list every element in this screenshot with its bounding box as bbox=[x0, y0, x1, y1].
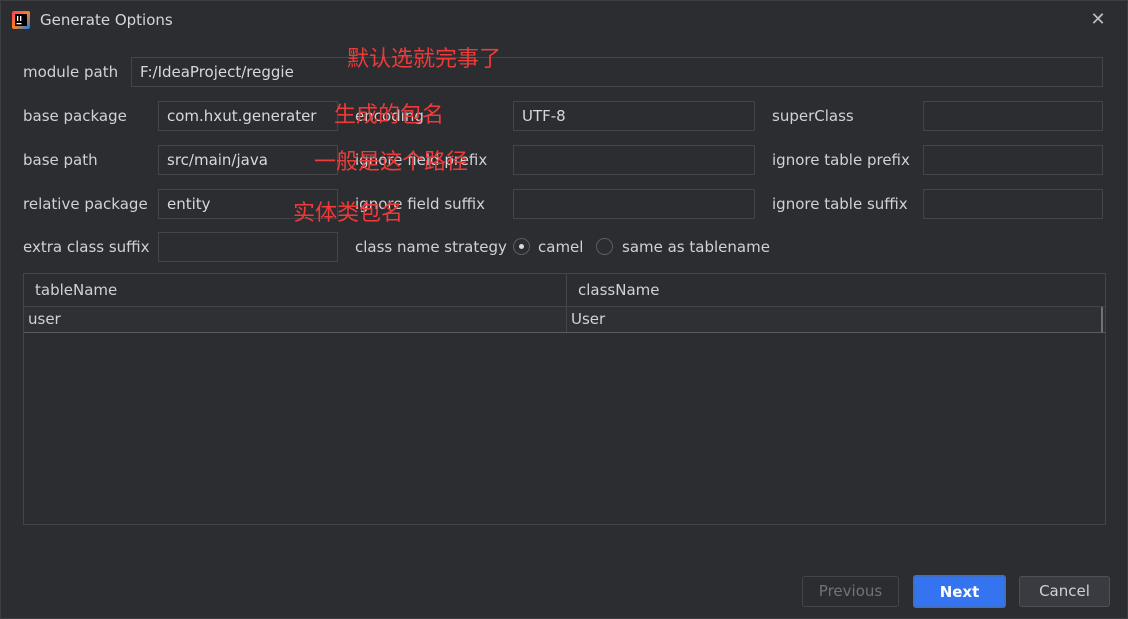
extra-class-suffix-field[interactable] bbox=[158, 232, 338, 262]
radio-same-as-tablename[interactable] bbox=[596, 238, 613, 255]
ignore-table-suffix-field[interactable] bbox=[923, 189, 1103, 219]
base-package-label: base package bbox=[23, 107, 127, 125]
ignore-field-prefix-field[interactable] bbox=[513, 145, 755, 175]
table-mapping: tableName className user User bbox=[23, 273, 1106, 525]
ignore-table-prefix-label: ignore table prefix bbox=[772, 151, 910, 169]
base-package-field[interactable]: com.hxut.generater bbox=[158, 101, 338, 131]
relative-package-label: relative package bbox=[23, 195, 148, 213]
encoding-field[interactable]: UTF-8 bbox=[513, 101, 755, 131]
superclass-field[interactable] bbox=[923, 101, 1103, 131]
module-path-label: module path bbox=[23, 63, 119, 81]
table-row[interactable]: user User bbox=[24, 307, 1105, 333]
extra-class-suffix-label: extra class suffix bbox=[23, 238, 150, 256]
column-header-classname[interactable]: className bbox=[567, 274, 1105, 306]
next-button[interactable]: Next bbox=[913, 575, 1006, 608]
cell-classname[interactable]: User bbox=[567, 307, 1103, 332]
column-header-tablename[interactable]: tableName bbox=[24, 274, 566, 306]
dialog-title: Generate Options bbox=[40, 11, 173, 29]
superclass-label: superClass bbox=[772, 107, 854, 125]
ignore-field-suffix-field[interactable] bbox=[513, 189, 755, 219]
annotation-module-path: 默认选就完事了 bbox=[347, 47, 502, 72]
cell-tablename[interactable]: user bbox=[24, 307, 566, 332]
radio-same-as-tablename-label[interactable]: same as tablename bbox=[622, 238, 770, 256]
table-header: tableName className bbox=[24, 274, 1105, 307]
cancel-button[interactable]: Cancel bbox=[1019, 576, 1110, 607]
radio-camel[interactable] bbox=[513, 238, 530, 255]
column-divider bbox=[566, 274, 567, 332]
previous-button[interactable]: Previous bbox=[802, 576, 899, 607]
annotation-base-path: 一般是这个路径 bbox=[314, 150, 469, 175]
radio-camel-label[interactable]: camel bbox=[538, 238, 583, 256]
ignore-table-suffix-label: ignore table suffix bbox=[772, 195, 908, 213]
base-path-field[interactable]: src/main/java bbox=[158, 145, 338, 175]
title-bar: Generate Options ✕ bbox=[1, 1, 1127, 39]
annotation-base-package: 生成的包名 bbox=[334, 103, 445, 128]
ignore-table-prefix-field[interactable] bbox=[923, 145, 1103, 175]
base-path-label: base path bbox=[23, 151, 98, 169]
annotation-relative-package: 实体类包名 bbox=[293, 201, 404, 226]
close-icon[interactable]: ✕ bbox=[1089, 11, 1107, 29]
generate-options-dialog: Generate Options ✕ module path F:/IdeaPr… bbox=[0, 0, 1128, 619]
module-path-field[interactable]: F:/IdeaProject/reggie bbox=[131, 57, 1103, 87]
class-name-strategy-label: class name strategy bbox=[355, 238, 507, 256]
intellij-app-icon bbox=[11, 10, 31, 30]
